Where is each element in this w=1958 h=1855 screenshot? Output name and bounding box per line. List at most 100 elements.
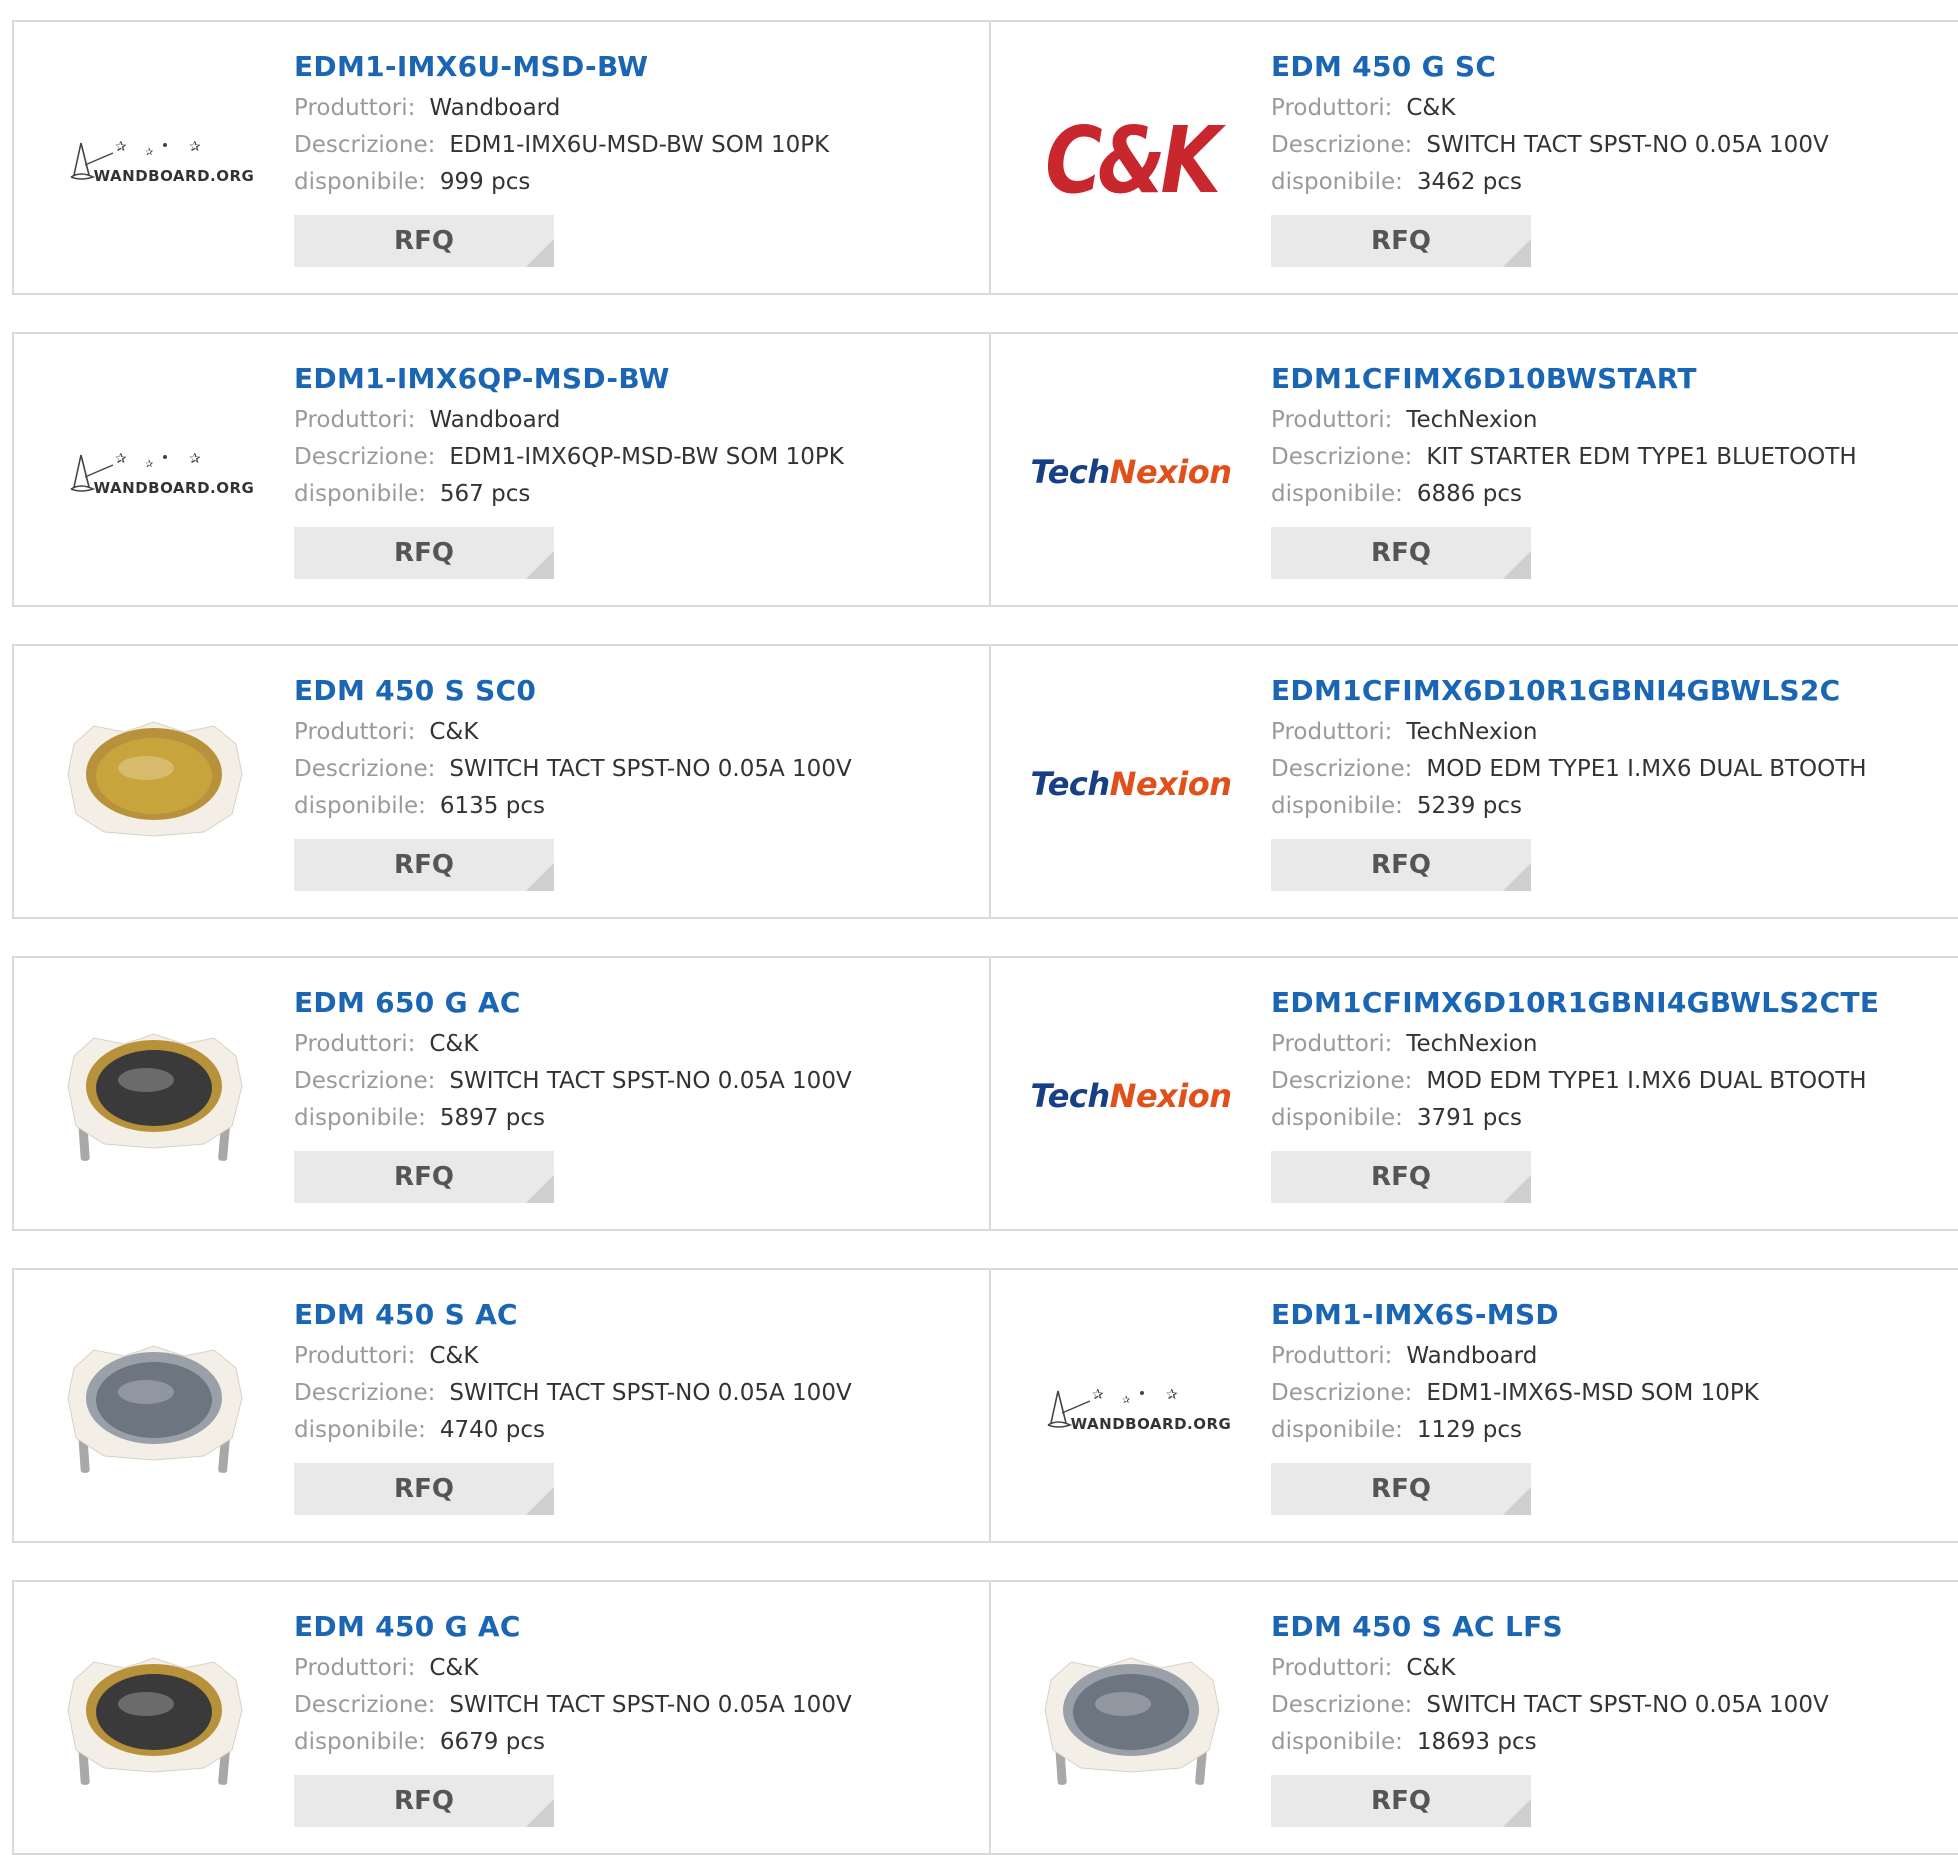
availability-value: 6679 pcs xyxy=(439,1729,545,1755)
rfq-button[interactable]: RFQ xyxy=(1271,1151,1531,1203)
availability-value: 5897 pcs xyxy=(439,1105,545,1131)
description-value: MOD EDM TYPE1 I.MX6 DUAL BTOOTH xyxy=(1426,756,1867,782)
producer-label: Produttori: xyxy=(1271,95,1393,121)
ck-logo[interactable]: C&K xyxy=(1031,60,1231,260)
availability-value: 6135 pcs xyxy=(439,793,545,819)
tact-switch-photo xyxy=(67,1345,243,1473)
availability-line: disponibile: 18693 pcs xyxy=(1271,1724,1931,1761)
availability-line: disponibile: 1129 pcs xyxy=(1271,1412,1931,1449)
rfq-button[interactable]: RFQ xyxy=(294,1151,554,1203)
description-value: SWITCH TACT SPST-NO 0.05A 100V xyxy=(449,1380,852,1406)
rfq-button[interactable]: RFQ xyxy=(1271,527,1531,579)
rfq-button[interactable]: RFQ xyxy=(1271,839,1531,891)
corner-decoration xyxy=(526,1487,554,1515)
product-row: EDM 650 G AC Produttori: C&K Descrizione:… xyxy=(12,956,1958,1231)
description-line: Descrizione: MOD EDM TYPE1 I.MX6 DUAL BTO… xyxy=(1271,751,1931,788)
availability-line: disponibile: 5239 pcs xyxy=(1271,788,1931,825)
svg-text:✰: ✰ xyxy=(1166,1387,1178,1403)
producer-label: Produttori: xyxy=(1271,407,1393,433)
part-number-link[interactable]: EDM 650 G AC xyxy=(294,986,954,1020)
gold-pin-switch-photo[interactable] xyxy=(54,996,254,1196)
description-line: Descrizione: SWITCH TACT SPST-NO 0.05A 10… xyxy=(294,751,954,788)
svg-text:✰: ✰ xyxy=(115,451,127,467)
description-value: KIT STARTER EDM TYPE1 BLUETOOTH xyxy=(1426,444,1857,470)
wandboard-logo[interactable]: ✰ ✰ ✰ WANDBOARD.ORG xyxy=(54,60,254,260)
description-value: SWITCH TACT SPST-NO 0.05A 100V xyxy=(449,1692,852,1718)
producer-value: C&K xyxy=(429,1031,479,1057)
part-number-link[interactable]: EDM 450 G SC xyxy=(1271,50,1931,84)
part-number-link[interactable]: EDM1CFIMX6D10R1GBNI4GBWLS2C xyxy=(1271,674,1931,708)
producer-label: Produttori: xyxy=(294,1343,416,1369)
availability-line: disponibile: 5897 pcs xyxy=(294,1100,954,1137)
producer-label: Produttori: xyxy=(1271,1655,1393,1681)
part-number-link[interactable]: EDM1-IMX6U-MSD-BW xyxy=(294,50,954,84)
svg-text:✰: ✰ xyxy=(189,451,201,467)
part-number-link[interactable]: EDM 450 S AC LFS xyxy=(1271,1610,1931,1644)
wandboard-logo[interactable]: ✰ ✰ ✰ WANDBOARD.ORG xyxy=(54,372,254,572)
svg-text:✰: ✰ xyxy=(145,147,154,158)
description-line: Descrizione: SWITCH TACT SPST-NO 0.05A 10… xyxy=(294,1687,954,1724)
description-line: Descrizione: SWITCH TACT SPST-NO 0.05A 10… xyxy=(1271,127,1931,164)
part-number-link[interactable]: EDM 450 S SC0 xyxy=(294,674,954,708)
producer-line: Produttori: C&K xyxy=(294,1338,954,1375)
corner-decoration xyxy=(1503,1799,1531,1827)
product-row: EDM 450 S AC Produttori: C&K Descrizione:… xyxy=(12,1268,1958,1543)
part-number-link[interactable]: EDM 450 S AC xyxy=(294,1298,954,1332)
product-card: ✰ ✰ ✰ WANDBOARD.ORG EDM1-IMX6S-MSD Produtto… xyxy=(991,1270,1958,1541)
rfq-button[interactable]: RFQ xyxy=(1271,1463,1531,1515)
corner-decoration xyxy=(526,551,554,579)
producer-value: C&K xyxy=(429,719,479,745)
product-card: EDM 650 G AC Produttori: C&K Descrizione:… xyxy=(14,958,991,1229)
product-info: EDM1CFIMX6D10BWSTART Produttori: TechNexi… xyxy=(1271,362,1931,579)
product-card: EDM 450 S SC0 Produttori: C&K Descrizione… xyxy=(14,646,991,917)
tact-switch-photo xyxy=(67,721,243,837)
technexion-logo[interactable]: TechNexion xyxy=(1031,372,1233,572)
description-label: Descrizione: xyxy=(294,132,436,158)
producer-line: Produttori: C&K xyxy=(294,1026,954,1063)
description-label: Descrizione: xyxy=(1271,1068,1413,1094)
availability-label: disponibile: xyxy=(294,481,426,507)
gold-pin-switch-photo[interactable] xyxy=(54,1620,254,1820)
availability-value: 18693 pcs xyxy=(1416,1729,1537,1755)
technexion-wordmark: TechNexion xyxy=(1030,765,1233,803)
producer-label: Produttori: xyxy=(294,1031,416,1057)
product-card: EDM 450 S AC LFS Produttori: C&K Descrizi… xyxy=(991,1582,1958,1853)
producer-line: Produttori: Wandboard xyxy=(294,402,954,439)
description-value: SWITCH TACT SPST-NO 0.05A 100V xyxy=(449,1068,852,1094)
product-card: TechNexion EDM1CFIMX6D10R1GBNI4GBWLS2C P… xyxy=(991,646,1958,917)
part-number-link[interactable]: EDM1CFIMX6D10BWSTART xyxy=(1271,362,1931,396)
producer-value: TechNexion xyxy=(1406,407,1538,433)
part-number-link[interactable]: EDM 450 G AC xyxy=(294,1610,954,1644)
description-label: Descrizione: xyxy=(1271,1692,1413,1718)
gold-switch-photo[interactable] xyxy=(54,684,254,884)
rfq-button[interactable]: RFQ xyxy=(1271,215,1531,267)
technexion-logo[interactable]: TechNexion xyxy=(1030,996,1233,1196)
product-info: EDM 450 G SC Produttori: C&K Descrizione:… xyxy=(1271,50,1931,267)
rfq-label: RFQ xyxy=(1371,1474,1431,1504)
rfq-button[interactable]: RFQ xyxy=(294,1463,554,1515)
corner-decoration xyxy=(1503,551,1531,579)
rfq-label: RFQ xyxy=(394,1162,454,1192)
producer-line: Produttori: TechNexion xyxy=(1271,1026,1931,1063)
corner-decoration xyxy=(526,1175,554,1203)
corner-decoration xyxy=(1503,1487,1531,1515)
availability-value: 3462 pcs xyxy=(1416,169,1522,195)
silver-pin-switch-photo[interactable] xyxy=(1031,1620,1231,1820)
availability-line: disponibile: 567 pcs xyxy=(294,476,954,513)
rfq-button[interactable]: RFQ xyxy=(294,527,554,579)
producer-line: Produttori: C&K xyxy=(294,1650,954,1687)
availability-label: disponibile: xyxy=(1271,1105,1403,1131)
part-number-link[interactable]: EDM1CFIMX6D10R1GBNI4GBWLS2CTE xyxy=(1271,986,1931,1020)
availability-value: 567 pcs xyxy=(439,481,531,507)
rfq-button[interactable]: RFQ xyxy=(294,839,554,891)
technexion-logo[interactable]: TechNexion xyxy=(1030,684,1233,884)
part-number-link[interactable]: EDM1-IMX6S-MSD xyxy=(1271,1298,1931,1332)
wandboard-logo[interactable]: ✰ ✰ ✰ WANDBOARD.ORG xyxy=(1031,1308,1231,1508)
technexion-wordmark: TechNexion xyxy=(1030,1077,1233,1115)
producer-line: Produttori: Wandboard xyxy=(294,90,954,127)
silver-pin-switch-photo[interactable] xyxy=(54,1308,254,1508)
part-number-link[interactable]: EDM1-IMX6QP-MSD-BW xyxy=(294,362,954,396)
rfq-button[interactable]: RFQ xyxy=(294,215,554,267)
rfq-button[interactable]: RFQ xyxy=(294,1775,554,1827)
rfq-button[interactable]: RFQ xyxy=(1271,1775,1531,1827)
